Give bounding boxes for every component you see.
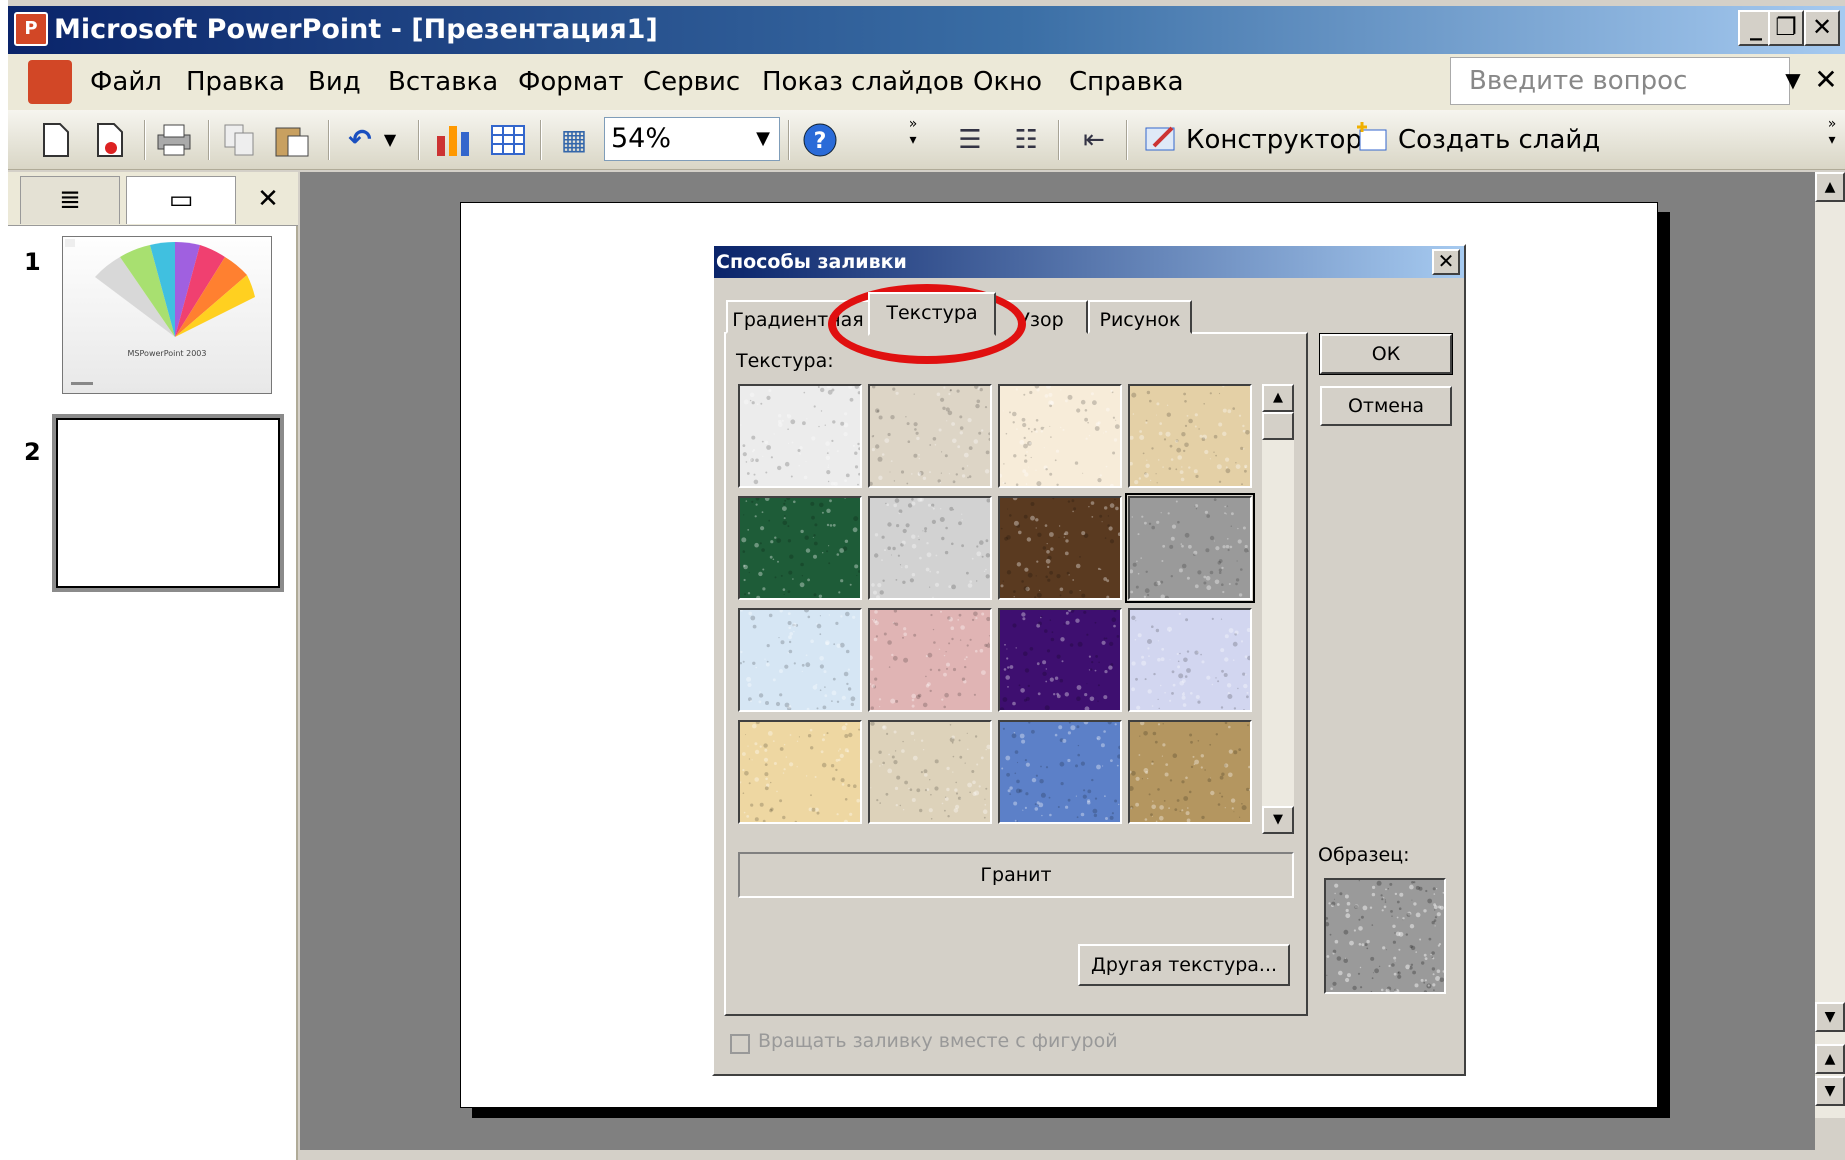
new-icon[interactable] — [34, 118, 78, 162]
slide-number: 1 — [24, 248, 41, 276]
toolbar-overflow-icon[interactable]: » ▾ — [1822, 116, 1842, 164]
help-question-input[interactable]: Введите вопрос — [1450, 57, 1790, 105]
designer-button[interactable]: Конструктор — [1186, 118, 1362, 162]
dialog-title: Способы заливки — [716, 251, 907, 273]
window-title: Microsoft PowerPoint - [Презентация1] — [54, 14, 658, 45]
previous-slide-button[interactable]: ▲ — [1815, 1044, 1845, 1074]
document-icon[interactable] — [28, 60, 72, 104]
menu-help[interactable]: Справка — [1069, 60, 1184, 104]
sample-label: Образец: — [1318, 844, 1410, 866]
scroll-up-button[interactable]: ▲ — [1815, 172, 1845, 202]
new-slide-icon[interactable] — [1354, 120, 1390, 160]
toolbar-separator — [418, 120, 420, 160]
restore-button[interactable]: ❐ — [1768, 10, 1804, 46]
texture-swatch[interactable] — [738, 496, 862, 600]
decrease-indent-icon[interactable]: ⇤ — [1072, 118, 1116, 162]
menu-window[interactable]: Окно — [973, 60, 1042, 104]
texture-swatch[interactable] — [998, 383, 1122, 488]
texture-swatch[interactable] — [868, 608, 992, 712]
toolbar-separator — [788, 120, 790, 160]
texture-scroll-down-button[interactable]: ▼ — [1262, 806, 1294, 834]
close-pane-icon[interactable]: ✕ — [248, 176, 288, 224]
texture-swatch[interactable] — [998, 608, 1122, 712]
rotate-fill-checkbox[interactable] — [730, 1034, 750, 1054]
menu-insert[interactable]: Вставка — [388, 60, 498, 104]
scroll-down-button[interactable]: ▼ — [1815, 1002, 1845, 1032]
other-texture-button[interactable]: Другая текстура... — [1078, 944, 1290, 986]
close-document-button[interactable]: ✕ — [1808, 58, 1844, 102]
slide-thumbnail-2-inner — [56, 418, 280, 588]
undo-dropdown-icon[interactable]: ▼ — [378, 118, 402, 162]
toolbar-separator — [208, 120, 210, 160]
texture-swatch[interactable] — [1128, 608, 1252, 712]
texture-scroll-up-button[interactable]: ▲ — [1262, 384, 1294, 412]
dialog-close-button[interactable]: ✕ — [1432, 249, 1460, 275]
toolbar-overflow-icon[interactable]: » ▾ — [904, 116, 922, 164]
texture-swatch[interactable] — [868, 384, 992, 488]
chart-icon[interactable] — [432, 118, 476, 162]
texture-swatch[interactable] — [1128, 384, 1252, 488]
notes-area-edge — [300, 1150, 1845, 1160]
powerpoint-app-icon[interactable]: P — [14, 12, 48, 46]
open-icon[interactable] — [88, 118, 132, 162]
toolbar-separator — [328, 120, 330, 160]
undo-icon[interactable]: ↶ — [338, 118, 382, 162]
slide-thumbnail-caption: MSPowerPoint 2003 — [127, 349, 207, 358]
toolbar-separator — [1126, 120, 1128, 160]
texture-scrollbar[interactable] — [1262, 384, 1294, 834]
texture-swatch[interactable] — [998, 495, 1122, 600]
paste-icon[interactable] — [270, 118, 314, 162]
next-slide-button[interactable]: ▼ — [1815, 1076, 1845, 1106]
new-slide-button[interactable]: Создать слайд — [1398, 118, 1600, 162]
toolbar-separator — [1058, 120, 1060, 160]
numbered-list-icon[interactable]: ☰ — [948, 118, 992, 162]
menu-format[interactable]: Формат — [518, 60, 624, 104]
sample-preview — [1324, 878, 1446, 994]
table-icon[interactable] — [486, 118, 530, 162]
grid-icon[interactable]: ▦ — [552, 118, 596, 162]
chevron-down-icon[interactable]: ▼ — [748, 118, 778, 160]
toolbar-separator — [540, 120, 542, 160]
help-icon[interactable]: ? — [798, 118, 842, 162]
menu-slide-show[interactable]: Показ слайдов — [762, 60, 964, 104]
slide-thumbnail-2[interactable] — [52, 414, 284, 592]
texture-swatch[interactable] — [868, 720, 992, 824]
outline-tab-icon[interactable]: ≣ — [20, 176, 120, 224]
selected-texture-name: Гранит — [738, 852, 1294, 898]
texture-swatch[interactable] — [738, 384, 862, 488]
copy-icon[interactable] — [218, 118, 262, 162]
menu-view[interactable]: Вид — [308, 60, 361, 104]
chevron-down-icon[interactable]: ▼ — [1778, 60, 1808, 100]
toolbar-separator — [144, 120, 146, 160]
close-button[interactable]: ✕ — [1804, 10, 1840, 46]
bullet-list-icon[interactable]: ☷ — [1004, 118, 1048, 162]
menu-tools[interactable]: Сервис — [643, 60, 740, 104]
texture-swatch[interactable] — [868, 496, 992, 600]
cancel-button[interactable]: Отмена — [1320, 386, 1452, 426]
rotate-fill-label: Вращать заливку вместе с фигурой — [758, 1030, 1118, 1052]
texture-label: Текстура: — [736, 350, 834, 372]
texture-swatch[interactable] — [1128, 720, 1252, 824]
texture-swatch[interactable] — [738, 607, 862, 712]
slides-tab-icon[interactable]: ▭ — [126, 176, 236, 224]
texture-scroll-thumb[interactable] — [1262, 412, 1294, 440]
slide-thumbnail-1[interactable]: MSPowerPoint 2003 — [62, 236, 272, 394]
texture-swatch[interactable] — [998, 719, 1122, 824]
texture-swatch-selected[interactable] — [1125, 493, 1255, 603]
vertical-scrollbar[interactable] — [1815, 172, 1845, 1118]
print-icon[interactable] — [152, 118, 196, 162]
menu-edit[interactable]: Правка — [186, 60, 285, 104]
ok-button[interactable]: ОК — [1319, 333, 1453, 375]
slide-number: 2 — [24, 438, 41, 466]
designer-icon[interactable] — [1144, 120, 1180, 160]
tab-texture[interactable]: Текстура — [868, 292, 996, 336]
menu-file[interactable]: Файл — [90, 60, 162, 104]
texture-swatch[interactable] — [738, 720, 862, 824]
svg-text:?: ? — [814, 129, 827, 154]
tab-picture[interactable]: Рисунок — [1088, 300, 1192, 334]
